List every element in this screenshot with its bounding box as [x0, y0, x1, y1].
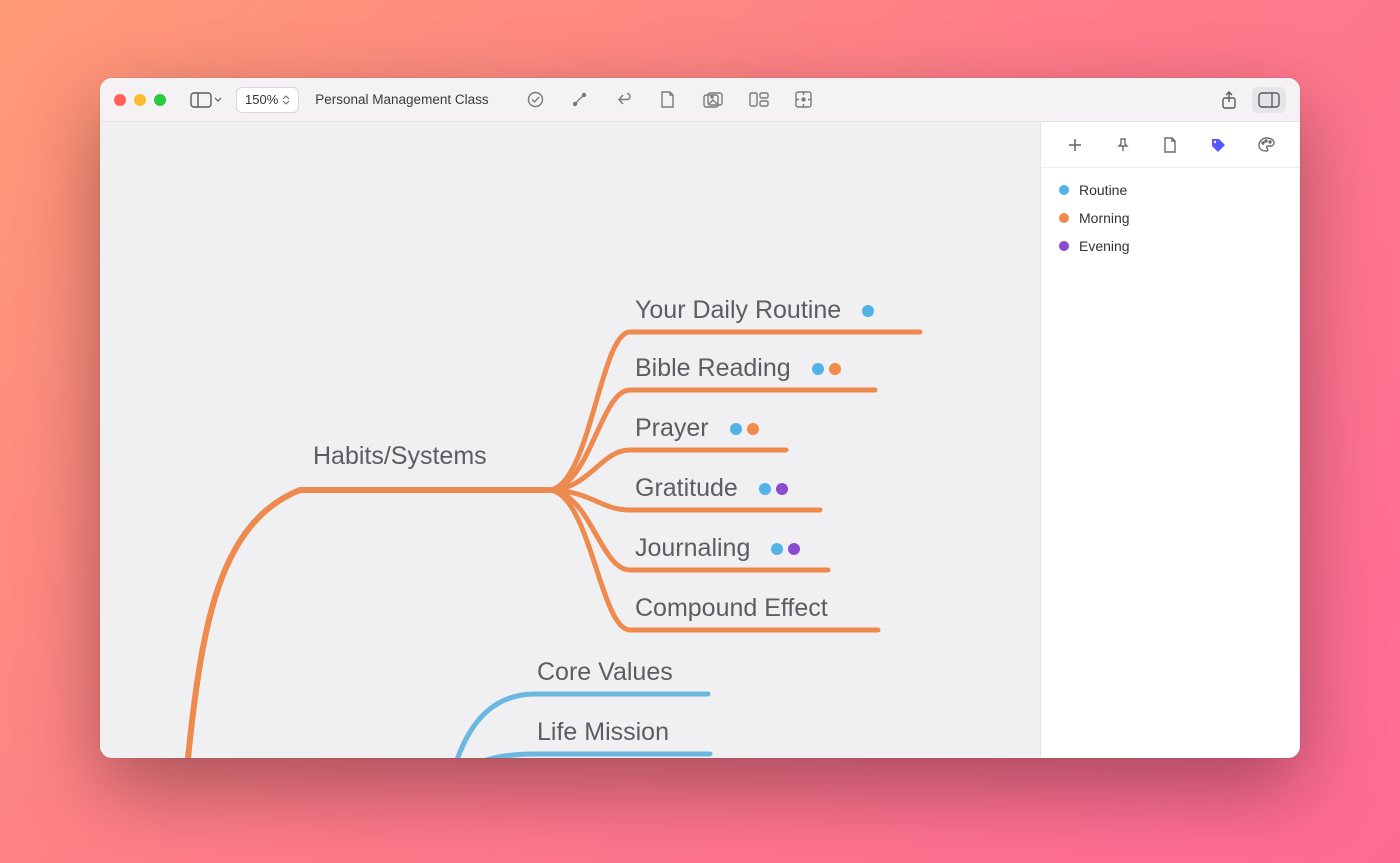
tag-row-routine[interactable]: Routine	[1051, 176, 1290, 204]
app-window: 150% Personal Management Class	[100, 78, 1300, 758]
document-title: Personal Management Class	[315, 92, 488, 107]
close-window-button[interactable]	[114, 94, 126, 106]
toolbar-tools	[521, 87, 819, 113]
tag-label: Morning	[1079, 210, 1130, 226]
tag-label: Evening	[1079, 238, 1130, 254]
mindmap-node-compound-effect[interactable]: Compound Effect	[635, 594, 828, 623]
tag-color-dot	[1059, 185, 1069, 195]
traffic-lights	[114, 94, 166, 106]
minimize-window-button[interactable]	[134, 94, 146, 106]
mindmap-node-life-mission[interactable]: Life Mission	[537, 718, 669, 747]
zoom-window-button[interactable]	[154, 94, 166, 106]
tag-dot-routine	[771, 543, 783, 555]
mindmap-node-bible-reading[interactable]: Bible Reading	[635, 354, 841, 383]
tag-dot-routine	[862, 305, 874, 317]
layout-icon[interactable]	[743, 87, 775, 113]
stepper-icon	[282, 95, 290, 105]
zoom-value: 150%	[245, 92, 278, 107]
tag-dot-evening	[788, 543, 800, 555]
mindmap-node-prayer[interactable]: Prayer	[635, 414, 759, 443]
mindmap-canvas[interactable]: Habits/Systems Purpose Your Daily Routin…	[100, 122, 1040, 758]
tag-list: Routine Morning Evening	[1041, 168, 1300, 268]
style-tab-icon[interactable]	[1251, 130, 1281, 160]
tag-dot-morning	[747, 423, 759, 435]
tag-color-dot	[1059, 241, 1069, 251]
media-icon[interactable]	[697, 87, 729, 113]
sidebar-toggle-button[interactable]	[184, 87, 228, 113]
zoom-select[interactable]: 150%	[236, 87, 299, 113]
share-icon[interactable]	[1214, 87, 1244, 113]
tag-row-morning[interactable]: Morning	[1051, 204, 1290, 232]
tag-color-dot	[1059, 213, 1069, 223]
tag-dot-morning	[829, 363, 841, 375]
pin-tab-icon[interactable]	[1108, 130, 1138, 160]
check-circle-icon[interactable]	[521, 87, 551, 113]
tag-dot-routine	[759, 483, 771, 495]
back-icon[interactable]	[609, 87, 639, 113]
tag-label: Routine	[1079, 182, 1127, 198]
add-tag-button[interactable]	[1060, 130, 1090, 160]
note-icon[interactable]	[653, 87, 683, 113]
mindmap-node-core-values[interactable]: Core Values	[537, 658, 673, 687]
titlebar: 150% Personal Management Class	[100, 78, 1300, 122]
focus-icon[interactable]	[789, 87, 819, 113]
mindmap-node-your-daily-routine[interactable]: Your Daily Routine	[635, 296, 874, 325]
tag-dot-routine	[812, 363, 824, 375]
mindmap-node-journaling[interactable]: Journaling	[635, 534, 800, 563]
mindmap-node-habits-systems[interactable]: Habits/Systems	[313, 442, 487, 471]
connector-icon[interactable]	[565, 87, 595, 113]
notes-tab-icon[interactable]	[1155, 130, 1185, 160]
tag-dot-routine	[730, 423, 742, 435]
mindmap-node-gratitude[interactable]: Gratitude	[635, 474, 788, 503]
tag-row-evening[interactable]: Evening	[1051, 232, 1290, 260]
inspector-sidebar: Routine Morning Evening	[1040, 122, 1300, 758]
inspector-toggle-button[interactable]	[1252, 87, 1286, 113]
sidebar-tabs	[1041, 122, 1300, 168]
tag-dot-evening	[776, 483, 788, 495]
tags-tab-icon[interactable]	[1203, 130, 1233, 160]
